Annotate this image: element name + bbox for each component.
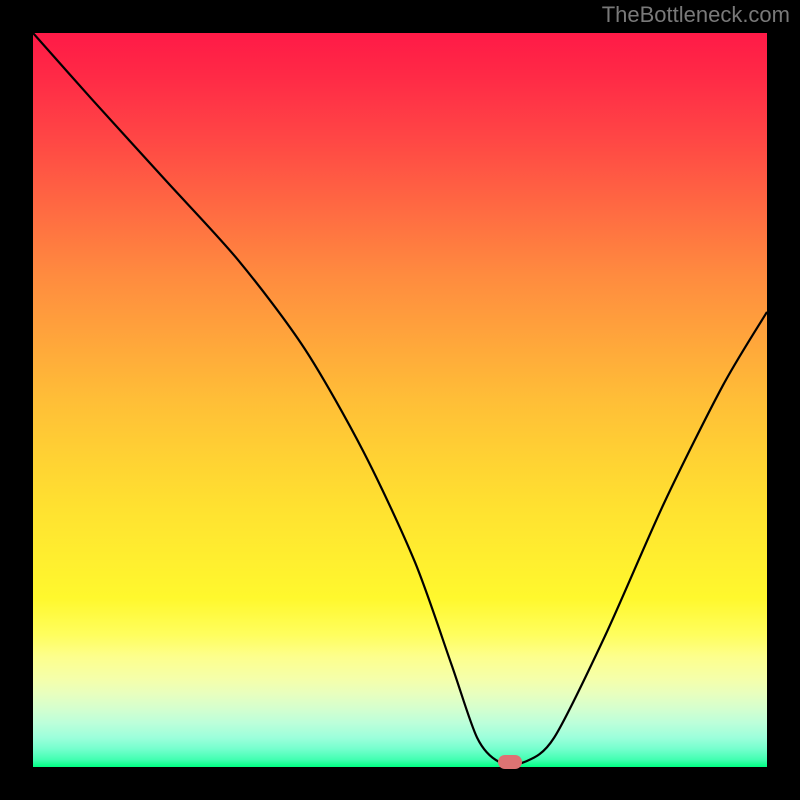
attribution-text: TheBottleneck.com	[602, 2, 790, 28]
curve-svg	[33, 33, 767, 767]
bottleneck-curve-path	[33, 33, 767, 764]
optimal-marker	[498, 755, 522, 769]
chart-plot-area	[33, 33, 767, 767]
